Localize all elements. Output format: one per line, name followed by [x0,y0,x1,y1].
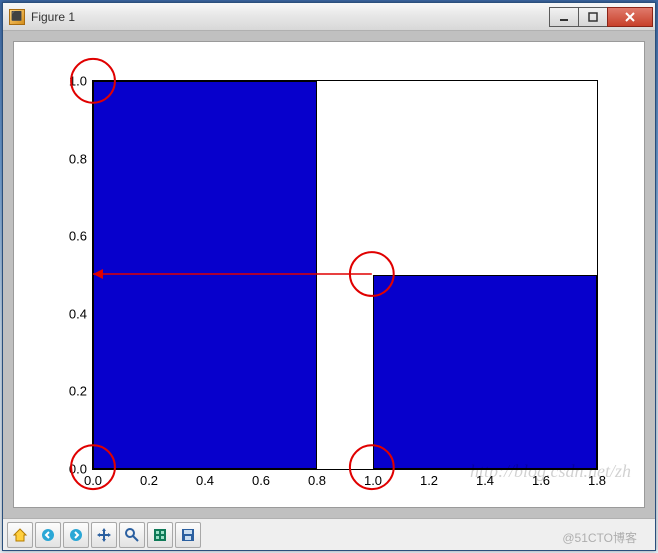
bar-rect [373,275,597,469]
nav-toolbar: @51CTO博客 [3,518,655,550]
figure-canvas[interactable]: 0.00.20.40.60.81.00.00.20.40.60.81.01.21… [13,41,645,508]
x-tick-label: 0.4 [196,473,214,488]
toolbar-zoom-button[interactable] [119,522,145,548]
maximize-button[interactable] [578,7,608,27]
subplots-icon [152,527,168,543]
home-icon [12,527,28,543]
x-tick-label: 1.6 [532,473,550,488]
x-tick-label: 0.2 [140,473,158,488]
minimize-icon [559,12,569,22]
canvas-area: 0.00.20.40.60.81.00.00.20.40.60.81.01.21… [3,31,655,518]
x-tick-label: 1.0 [364,473,382,488]
maximize-icon [588,12,598,22]
x-tick-label: 1.2 [420,473,438,488]
toolbar-back-button[interactable] [35,522,61,548]
y-tick-label: 0.6 [69,229,87,244]
x-tick-label: 1.4 [476,473,494,488]
x-tick-label: 0.0 [84,473,102,488]
x-tick-label: 0.8 [308,473,326,488]
y-tick-label: 0.8 [69,151,87,166]
app-icon: ⬛ [9,9,25,25]
close-icon [624,11,636,23]
y-tick-label: 0.4 [69,306,87,321]
window-controls [550,7,653,27]
titlebar: ⬛ Figure 1 [3,3,655,31]
x-tick-label: 0.6 [252,473,270,488]
toolbar-subplots-button[interactable] [147,522,173,548]
toolbar-save-button[interactable] [175,522,201,548]
minimize-button[interactable] [549,7,579,27]
toolbar-pan-button[interactable] [91,522,117,548]
watermark-attrib: @51CTO博客 [562,529,637,546]
back-icon [40,527,56,543]
axes: 0.00.20.40.60.81.00.00.20.40.60.81.01.21… [92,80,598,470]
forward-icon [68,527,84,543]
close-button[interactable] [607,7,653,27]
window-title: Figure 1 [31,10,75,24]
toolbar-forward-button[interactable] [63,522,89,548]
bar-rect [93,81,317,469]
x-tick-label: 1.8 [588,473,606,488]
zoom-icon [124,527,140,543]
y-tick-label: 1.0 [69,74,87,89]
y-tick-label: 0.2 [69,384,87,399]
figure-window: ⬛ Figure 1 0.00.20.40.60.81.00.00.20.40.… [2,2,656,551]
save-icon [180,527,196,543]
toolbar-home-button[interactable] [7,522,33,548]
pan-icon [96,527,112,543]
